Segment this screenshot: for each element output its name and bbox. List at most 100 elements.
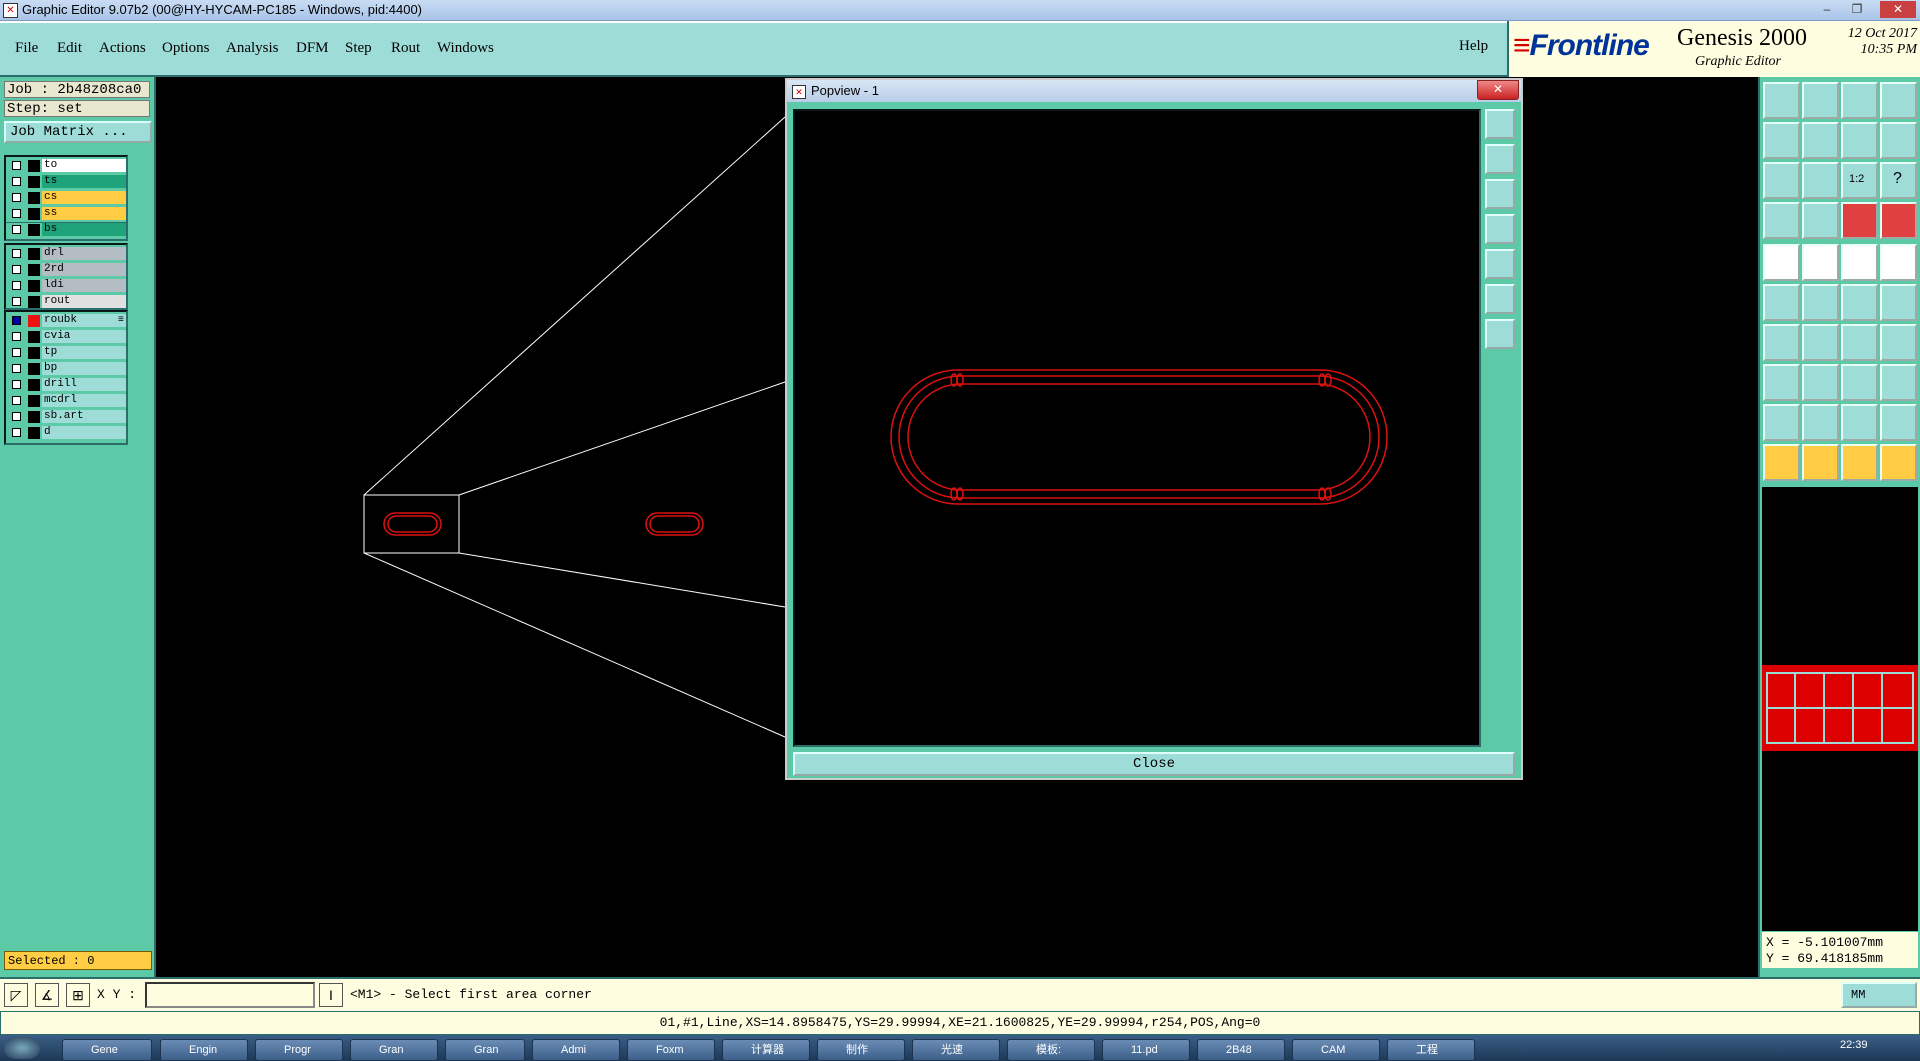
layer-row[interactable]: ts: [8, 175, 126, 189]
tool-window-icon[interactable]: [1880, 82, 1917, 119]
layer-row[interactable]: bs: [8, 223, 126, 237]
layer-name[interactable]: cvia: [42, 330, 126, 343]
layer-name[interactable]: drl: [42, 247, 126, 260]
popview-zoom-fit-button[interactable]: [1485, 109, 1515, 139]
tool-minus-icon[interactable]: [1802, 364, 1839, 401]
tool-select-box-icon[interactable]: [1802, 444, 1839, 481]
menu-rout[interactable]: Rout: [391, 40, 420, 57]
layer-row[interactable]: bp: [8, 362, 126, 376]
minimize-button[interactable]: –: [1815, 1, 1839, 18]
layer-checkbox[interactable]: [12, 249, 21, 258]
layer-name[interactable]: d: [42, 426, 126, 439]
layer-row[interactable]: sb.art: [8, 410, 126, 424]
tool-redraw-icon[interactable]: [1880, 122, 1917, 159]
restore-button[interactable]: ❐: [1845, 1, 1869, 18]
taskbar-item[interactable]: 制作: [817, 1039, 905, 1061]
tool-house-icon[interactable]: [1841, 82, 1878, 119]
tool-select-icon[interactable]: [1763, 444, 1800, 481]
tool-undo-view-icon[interactable]: [1841, 122, 1878, 159]
layer-name[interactable]: roubk: [42, 314, 126, 327]
popview-pan-up-button[interactable]: [1485, 144, 1515, 174]
layer-checkbox[interactable]: [12, 281, 21, 290]
angle-mode-icon[interactable]: ∡: [35, 983, 59, 1007]
layer-row[interactable]: drl: [8, 247, 126, 261]
layer-name[interactable]: rout: [42, 295, 126, 308]
board-overview-thumbnail[interactable]: [1762, 665, 1918, 751]
layer-name[interactable]: bs: [42, 223, 126, 236]
popview-zoom-out-button[interactable]: [1485, 319, 1515, 349]
units-selector[interactable]: MM: [1841, 982, 1917, 1008]
popview-pan-down-button[interactable]: [1485, 179, 1515, 209]
menu-windows[interactable]: Windows: [437, 40, 494, 57]
layer-name[interactable]: ss: [42, 207, 126, 220]
tool-home-icon[interactable]: [1763, 82, 1800, 119]
layer-name[interactable]: tp: [42, 346, 126, 359]
taskbar-item[interactable]: Gene: [62, 1039, 152, 1061]
layer-checkbox[interactable]: [12, 332, 21, 341]
tool-arc-icon[interactable]: [1841, 324, 1878, 361]
layer-checkbox[interactable]: [12, 412, 21, 421]
tool-help-icon[interactable]: ?: [1880, 162, 1917, 199]
layer-row[interactable]: ldi: [8, 279, 126, 293]
tool-connect-icon[interactable]: [1841, 284, 1878, 321]
tool-pan-right-icon[interactable]: [1802, 122, 1839, 159]
popview-pan-right-button[interactable]: [1485, 249, 1515, 279]
tool-select-net-icon[interactable]: [1841, 444, 1878, 481]
taskbar-item[interactable]: 模板:: [1007, 1039, 1095, 1061]
menu-actions[interactable]: Actions: [99, 40, 146, 57]
layer-row[interactable]: rout: [8, 295, 126, 309]
layer-name[interactable]: bp: [42, 362, 126, 375]
tool-measure-pad-icon[interactable]: [1841, 364, 1878, 401]
layer-row-active[interactable]: roubk ≡: [8, 314, 126, 328]
layer-row[interactable]: cs: [8, 191, 126, 205]
tool-arc-angle-icon[interactable]: [1841, 404, 1878, 441]
layer-checkbox[interactable]: [12, 297, 21, 306]
menu-edit[interactable]: Edit: [57, 40, 82, 57]
tool-resize-icon[interactable]: [1763, 364, 1800, 401]
job-matrix-button[interactable]: Job Matrix ...: [4, 121, 152, 143]
layer-name[interactable]: to: [42, 159, 126, 172]
popview-pan-left-button[interactable]: [1485, 214, 1515, 244]
taskbar-item[interactable]: Engin: [160, 1039, 248, 1061]
layer-name[interactable]: drill: [42, 378, 126, 391]
layer-row[interactable]: to: [8, 159, 126, 173]
taskbar-item[interactable]: Gran: [445, 1039, 525, 1061]
close-window-button[interactable]: ✕: [1880, 1, 1916, 18]
layer-checkbox[interactable]: [12, 348, 21, 357]
snap-mode-icon[interactable]: ◸: [4, 983, 28, 1007]
layer-checkbox[interactable]: [12, 428, 21, 437]
taskbar-item[interactable]: Admi: [532, 1039, 620, 1061]
layer-row[interactable]: drill: [8, 378, 126, 392]
tool-delete-icon[interactable]: [1802, 284, 1839, 321]
layer-name[interactable]: ldi: [42, 279, 126, 292]
menu-help-label[interactable]: Help: [1459, 38, 1488, 55]
layer-name[interactable]: ts: [42, 175, 126, 188]
layer-checkbox[interactable]: [12, 380, 21, 389]
layer-name[interactable]: cs: [42, 191, 126, 204]
menu-file[interactable]: File: [15, 40, 38, 57]
taskbar-item[interactable]: 工程: [1387, 1039, 1475, 1061]
menu-options[interactable]: Options: [162, 40, 210, 57]
layer-row[interactable]: d: [8, 426, 126, 440]
layer-checkbox[interactable]: [12, 177, 21, 186]
tool-move-icon[interactable]: [1763, 284, 1800, 321]
taskbar-item[interactable]: Progr: [255, 1039, 343, 1061]
layer-name[interactable]: mcdrl: [42, 394, 126, 407]
taskbar-item[interactable]: 计算器: [722, 1039, 810, 1061]
tool-home-down-icon[interactable]: [1802, 82, 1839, 119]
layer-checkbox[interactable]: [12, 193, 21, 202]
tool-scale-icon[interactable]: 1:2: [1841, 162, 1878, 199]
layer-checkbox[interactable]: [12, 209, 21, 218]
popview-close-button[interactable]: Close: [793, 752, 1515, 776]
start-button-icon[interactable]: [4, 1037, 40, 1059]
tool-zoom-in-icon[interactable]: [1763, 162, 1800, 199]
layer-row[interactable]: 2rd: [8, 263, 126, 277]
layer-checkbox[interactable]: [12, 316, 21, 325]
layer-checkbox[interactable]: [12, 161, 21, 170]
taskbar-item[interactable]: Gran: [350, 1039, 438, 1061]
tool-pad-add-icon[interactable]: [1763, 244, 1800, 281]
taskbar-item[interactable]: Foxm: [627, 1039, 715, 1061]
popview-close-x-button[interactable]: ✕: [1477, 80, 1519, 100]
tool-pan-left-icon[interactable]: [1763, 122, 1800, 159]
popview-zoom-in-button[interactable]: [1485, 284, 1515, 314]
